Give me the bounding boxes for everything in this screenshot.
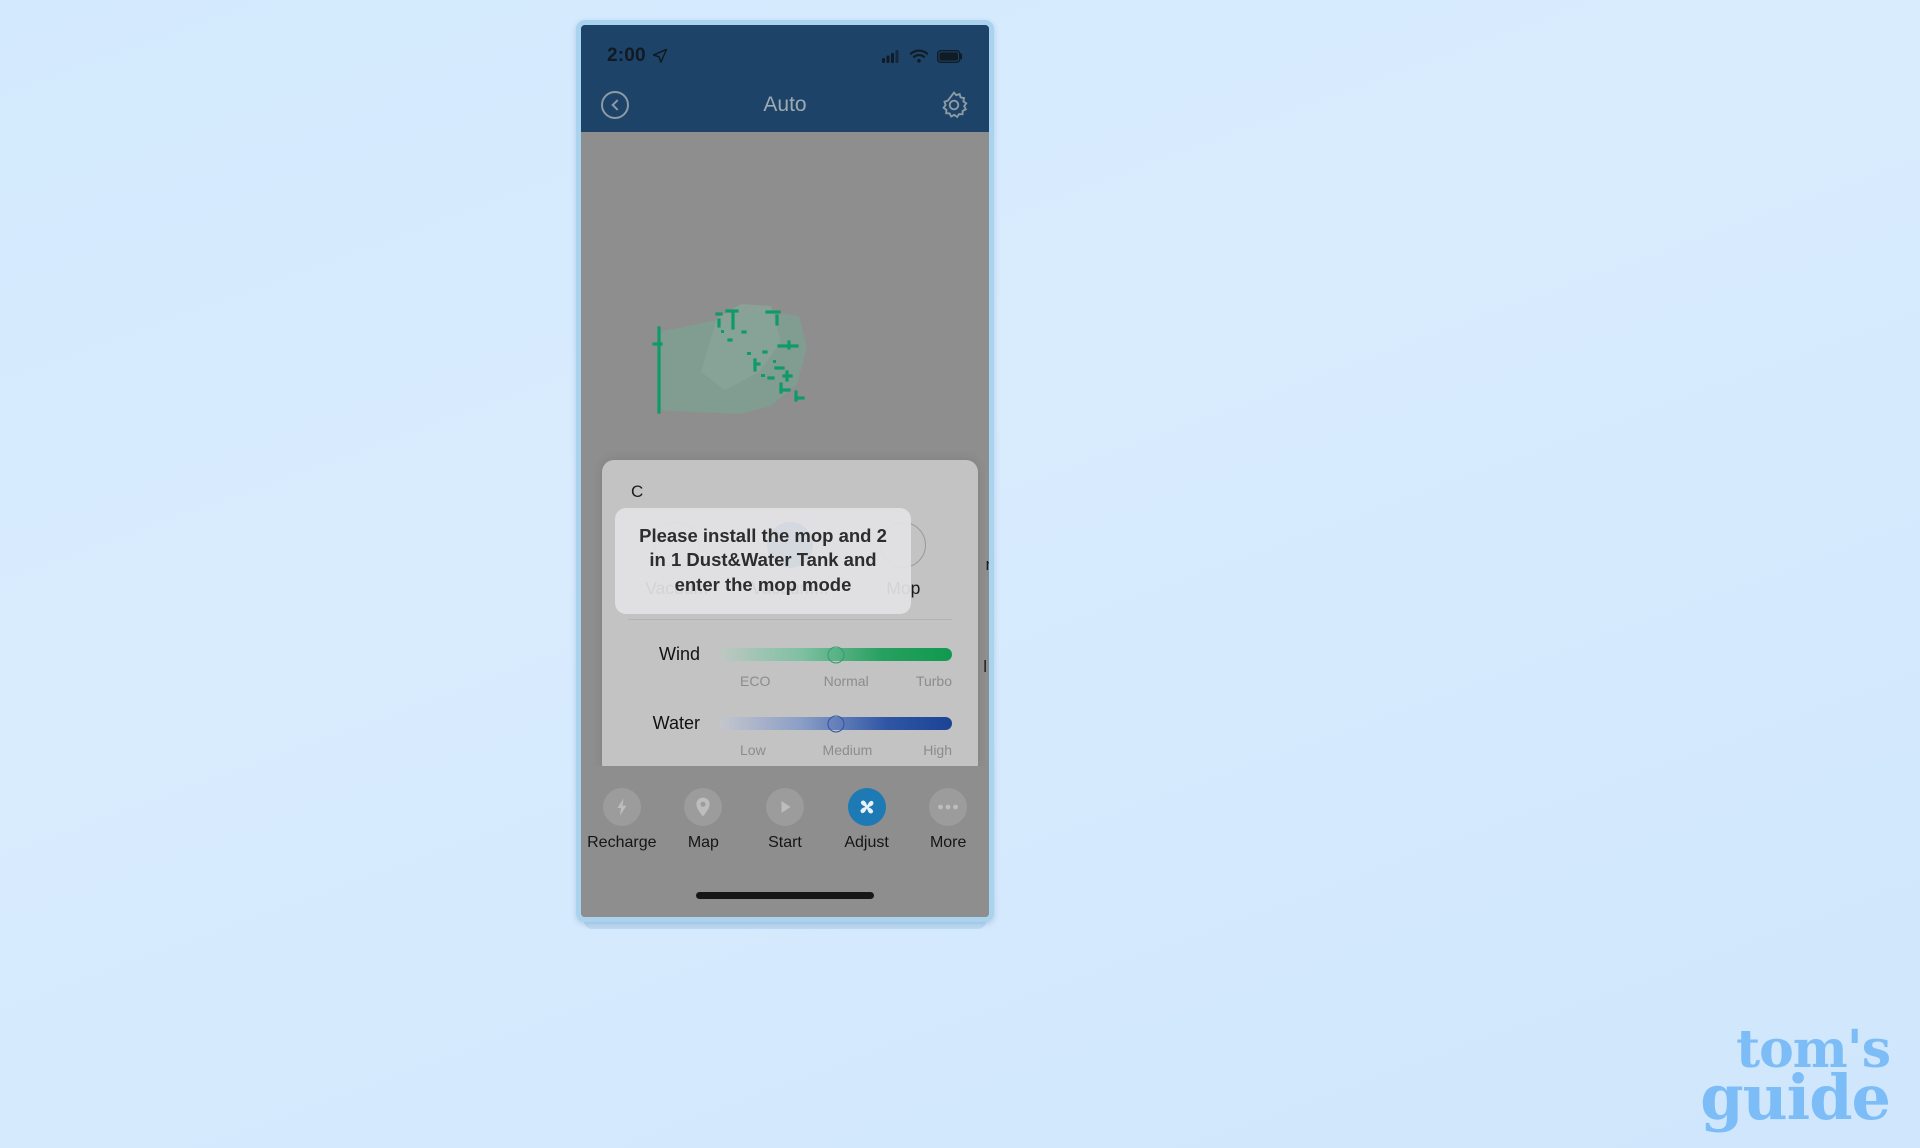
back-button[interactable]: [601, 90, 629, 119]
app-header: Auto: [581, 77, 989, 132]
status-bar-left: 2:00: [607, 45, 668, 67]
location-pin-icon: [684, 788, 723, 826]
tab-recharge[interactable]: Recharge: [584, 788, 660, 852]
toms-guide-watermark: tom's guide: [1700, 1024, 1891, 1134]
panel-title: C: [631, 482, 644, 500]
tab-map[interactable]: Map: [665, 788, 741, 852]
tab-adjust[interactable]: Adjust: [829, 788, 905, 852]
wind-tick-normal: Normal: [823, 673, 869, 689]
tab-label: Recharge: [587, 834, 657, 851]
home-indicator[interactable]: [696, 892, 874, 899]
wind-tick-labels: ECO Normal Turbo: [740, 673, 952, 689]
wind-tick-eco: ECO: [740, 673, 771, 689]
page-title: Auto: [763, 92, 807, 116]
play-icon: [765, 788, 804, 826]
lightning-bolt-icon: [602, 788, 641, 826]
location-arrow-icon: [652, 48, 668, 64]
floor-plan-graphic: [652, 304, 807, 414]
fan-icon: [847, 788, 886, 826]
water-tick-high: High: [923, 742, 952, 758]
water-tick-low: Low: [740, 742, 766, 758]
water-tick-labels: Low Medium High: [740, 742, 952, 758]
tab-label: More: [929, 834, 967, 851]
status-bar-right: [882, 49, 963, 63]
water-slider[interactable]: [720, 715, 952, 732]
status-bar-clock: 2:00: [607, 45, 646, 66]
wind-slider-row: Wind ECO Normal Turbo: [602, 620, 978, 689]
tab-label: Map: [687, 834, 719, 851]
water-tick-medium: Medium: [822, 742, 873, 758]
toast-message: Please install the mop and 2 in 1 Dust&W…: [615, 508, 911, 615]
water-slider-row: Water Low Medium High: [602, 689, 978, 758]
wind-slider[interactable]: [720, 646, 952, 663]
map-occluded-text-right-bottom: l: [983, 657, 987, 676]
watermark-line-2: guide: [1700, 1060, 1891, 1134]
water-label: Water: [652, 713, 700, 733]
bottom-tab-bar: Recharge Map Start Adjust More: [581, 766, 989, 917]
tab-label: Adjust: [844, 834, 889, 851]
wind-tick-turbo: Turbo: [915, 673, 952, 689]
battery-full-icon: [937, 49, 963, 63]
cellular-signal-icon: [882, 50, 899, 63]
tab-start[interactable]: Start: [747, 788, 823, 852]
tab-label: Start: [768, 834, 802, 851]
tab-more[interactable]: More: [910, 788, 986, 852]
wind-slider-thumb[interactable]: [827, 646, 845, 663]
back-chevron-icon: [610, 98, 623, 111]
status-bar: 2:00: [581, 25, 989, 77]
phone-frame: 2:00 Auto l C Wind ECO Normal Turbo Wate…: [576, 20, 994, 922]
gear-icon[interactable]: [939, 90, 969, 120]
wind-label: Wind: [658, 644, 700, 664]
water-slider-thumb[interactable]: [827, 715, 845, 732]
map-occluded-text-right-top: n: [986, 555, 989, 575]
ellipsis-icon: [929, 788, 968, 826]
wifi-icon: [910, 49, 928, 63]
